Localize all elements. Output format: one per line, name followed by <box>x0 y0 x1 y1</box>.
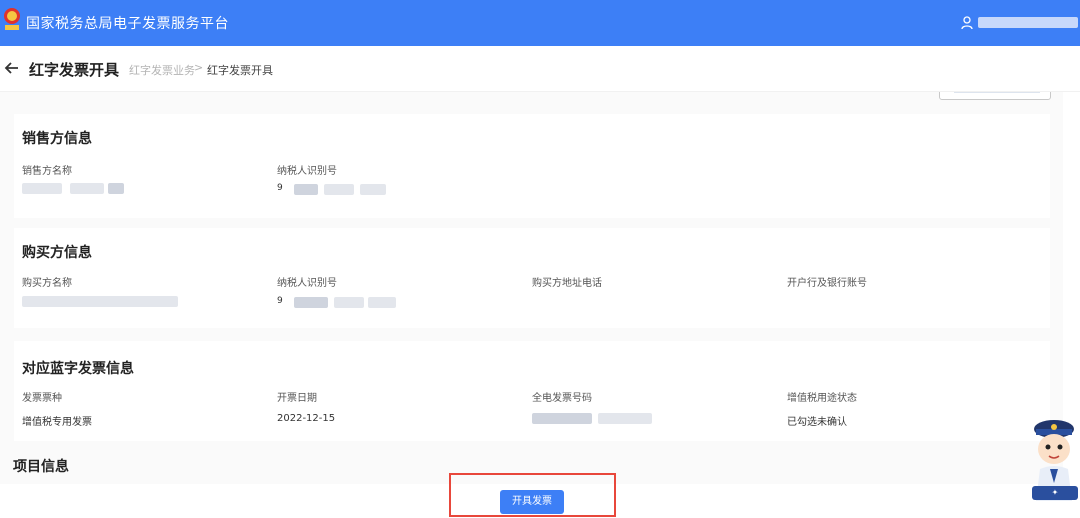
seller-name-redacted-3 <box>108 183 124 194</box>
invoice-number-label: 全电发票号码 <box>532 393 592 404</box>
app-title: 国家税务总局电子发票服务平台 <box>26 16 229 32</box>
buyer-info-section: 购买方信息 购买方名称 纳税人识别号 9 购买方地址电话 开户行及银行账号 <box>14 228 1050 328</box>
tax-emblem-icon <box>4 8 20 30</box>
buyer-tax-id-redacted-2 <box>334 297 364 308</box>
user-name-redacted[interactable] <box>978 17 1078 28</box>
user-icon[interactable] <box>961 16 973 30</box>
seller-tax-id-redacted-3 <box>360 184 386 195</box>
buyer-address-label: 购买方地址电话 <box>532 278 602 289</box>
seller-name-label: 销售方名称 <box>22 166 72 177</box>
issue-invoice-button[interactable]: 开具发票 <box>500 490 564 514</box>
partial-top-button[interactable] <box>939 92 1051 100</box>
buyer-tax-id-label: 纳税人识别号 <box>277 278 337 289</box>
blue-invoice-section: 对应蓝字发票信息 发票票种 增值税专用发票 开票日期 2022-12-15 全电… <box>14 341 1050 441</box>
issue-date-label: 开票日期 <box>277 393 317 404</box>
buyer-tax-id-prefix: 9 <box>277 296 283 306</box>
invoice-number-redacted-2 <box>598 413 652 424</box>
invoice-type-value: 增值税专用发票 <box>22 417 92 428</box>
issue-date-value: 2022-12-15 <box>277 413 336 424</box>
main-content: 销售方信息 销售方名称 纳税人识别号 9 购买方信息 购买方名称 纳税人识别号 … <box>0 92 1063 484</box>
buyer-name-redacted <box>22 296 178 307</box>
mascot-badge: ✦ <box>1032 486 1078 500</box>
buyer-bank-label: 开户行及银行账号 <box>787 278 867 289</box>
breadcrumb-item-red-invoice-business[interactable]: 红字发票业务 <box>129 62 195 78</box>
seller-info-section: 销售方信息 销售方名称 纳税人识别号 9 <box>14 114 1050 218</box>
invoice-type-label: 发票票种 <box>22 393 62 404</box>
seller-tax-id-label: 纳税人识别号 <box>277 166 337 177</box>
breadcrumb-separator: > <box>194 61 204 74</box>
blue-invoice-section-title: 对应蓝字发票信息 <box>22 361 134 377</box>
seller-name-redacted <box>22 183 62 194</box>
buyer-tax-id-redacted <box>294 297 328 308</box>
item-info-title: 项目信息 <box>13 459 69 475</box>
page-header: 红字发票开具 红字发票业务 > 红字发票开具 <box>0 46 1080 92</box>
vat-status-label: 增值税用途状态 <box>787 393 857 404</box>
page-title: 红字发票开具 <box>29 61 120 79</box>
top-header-bar: 国家税务总局电子发票服务平台 <box>0 0 1080 46</box>
buyer-name-label: 购买方名称 <box>22 278 72 289</box>
seller-tax-id-redacted <box>294 184 318 195</box>
vat-status-value: 已勾选未确认 <box>787 417 847 428</box>
top-button-label-blurred <box>954 92 1040 93</box>
breadcrumb-item-current: 红字发票开具 <box>207 64 273 77</box>
seller-tax-id-prefix: 9 <box>277 183 283 193</box>
buyer-tax-id-redacted-3 <box>368 297 396 308</box>
buyer-section-title: 购买方信息 <box>22 245 92 261</box>
seller-tax-id-redacted-2 <box>324 184 354 195</box>
seller-section-title: 销售方信息 <box>22 131 92 147</box>
seller-name-redacted-2 <box>70 183 104 194</box>
back-arrow-icon[interactable] <box>4 60 20 76</box>
invoice-number-redacted <box>532 413 592 424</box>
